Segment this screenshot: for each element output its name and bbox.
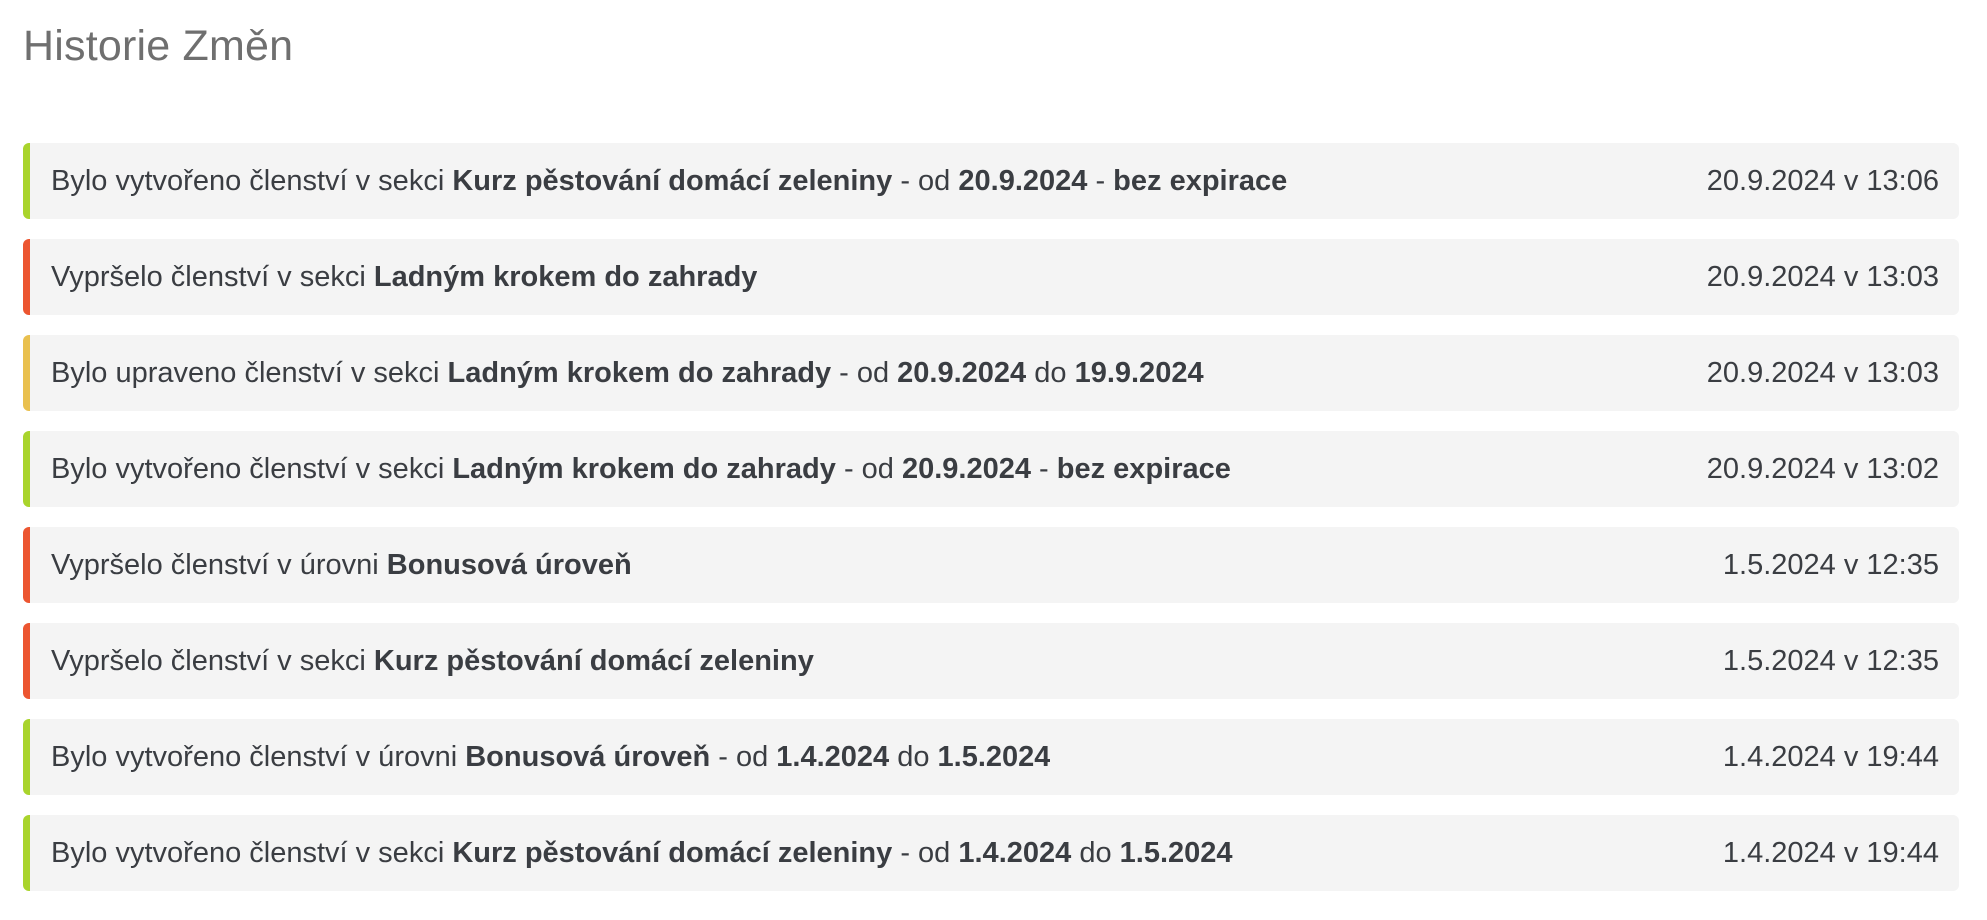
- history-item-fragment: Vypršelo členství v sekci: [51, 644, 374, 677]
- history-item-highlight: 20.9.2024: [958, 164, 1088, 197]
- history-item-fragment: -: [1087, 164, 1114, 197]
- history-item: Bylo vytvořeno členství v úrovni Bonusov…: [23, 719, 1959, 795]
- history-item-fragment: Bylo vytvořeno členství v sekci: [51, 164, 453, 197]
- history-item-fragment: do: [1026, 356, 1075, 389]
- history-item-fragment: Bylo vytvořeno členství v úrovni: [51, 740, 466, 773]
- history-item-date: 1.5.2024 v 12:35: [1722, 644, 1939, 677]
- history-item-highlight: 19.9.2024: [1074, 356, 1204, 389]
- history-item-date: 1.4.2024 v 19:44: [1722, 836, 1939, 869]
- history-item-fragment: - od: [831, 356, 898, 389]
- history-item: Vypršelo členství v úrovni Bonusová úrov…: [23, 527, 1959, 603]
- history-item-fragment: Bylo upraveno členství v sekci: [51, 356, 448, 389]
- history-item-date: 20.9.2024 v 13:02: [1706, 452, 1939, 485]
- history-item-fragment: Bylo vytvořeno členství v sekci: [51, 836, 453, 869]
- history-item-highlight: bez expirace: [1113, 164, 1288, 197]
- history-item-fragment: - od: [835, 452, 902, 485]
- history-item-text: Vypršelo členství v sekci Kurz pěstování…: [51, 645, 814, 678]
- history-item-fragment: - od: [892, 836, 959, 869]
- history-item: Bylo vytvořeno členství v sekci Kurz pěs…: [23, 143, 1959, 219]
- history-item-highlight: Ladným krokem do zahrady: [452, 452, 836, 485]
- history-item-highlight: Kurz pěstování domácí zeleniny: [452, 164, 893, 197]
- history-item-highlight: 1.5.2024: [1119, 836, 1233, 869]
- history-item-fragment: - od: [892, 164, 959, 197]
- history-item: Bylo vytvořeno členství v sekci Kurz pěs…: [23, 815, 1959, 891]
- history-item-highlight: 1.4.2024: [958, 836, 1072, 869]
- history-item-date: 1.5.2024 v 12:35: [1722, 548, 1939, 581]
- page-title: Historie Změn: [23, 22, 294, 70]
- history-item-highlight: Ladným krokem do zahrady: [447, 356, 832, 389]
- history-item-highlight: 20.9.2024: [897, 356, 1027, 389]
- history-item-date: 20.9.2024 v 13:03: [1706, 356, 1939, 389]
- history-item-text: Bylo upraveno členství v sekci Ladným kr…: [51, 357, 1204, 390]
- history-item-highlight: 20.9.2024: [901, 452, 1031, 485]
- history-item-text: Vypršelo členství v úrovni Bonusová úrov…: [51, 549, 632, 582]
- history-item-highlight: Ladným krokem do zahrady: [373, 260, 758, 293]
- history-item: Bylo upraveno členství v sekci Ladným kr…: [23, 335, 1959, 411]
- history-item-date: 1.4.2024 v 19:44: [1722, 740, 1939, 773]
- history-item-text: Vypršelo členství v sekci Ladným krokem …: [51, 261, 757, 294]
- history-item-highlight: Bonusová úroveň: [465, 740, 711, 773]
- history-item-fragment: Vypršelo členství v úrovni: [51, 548, 387, 581]
- history-item-date: 20.9.2024 v 13:06: [1706, 164, 1939, 197]
- history-item-highlight: Kurz pěstování domácí zeleniny: [373, 644, 814, 677]
- history-item-highlight: Kurz pěstování domácí zeleniny: [452, 836, 893, 869]
- history-item-highlight: Bonusová úroveň: [386, 548, 632, 581]
- history-item-fragment: Vypršelo členství v sekci: [51, 260, 374, 293]
- history-item-text: Bylo vytvořeno členství v úrovni Bonusov…: [51, 741, 1050, 774]
- history-item-fragment: do: [1071, 836, 1120, 869]
- history-item: Bylo vytvořeno členství v sekci Ladným k…: [23, 431, 1959, 507]
- history-item-text: Bylo vytvořeno členství v sekci Ladným k…: [51, 453, 1231, 486]
- history-item-fragment: Bylo vytvořeno členství v sekci: [51, 452, 453, 485]
- history-item-fragment: - od: [710, 740, 777, 773]
- history-item-highlight: 1.4.2024: [776, 740, 890, 773]
- history-item-text: Bylo vytvořeno členství v sekci Kurz pěs…: [51, 837, 1233, 870]
- history-list: Bylo vytvořeno členství v sekci Kurz pěs…: [23, 143, 1959, 891]
- history-item-fragment: do: [889, 740, 938, 773]
- history-item-highlight: 1.5.2024: [937, 740, 1051, 773]
- history-item: Vypršelo členství v sekci Ladným krokem …: [23, 239, 1959, 315]
- history-item-highlight: bez expirace: [1056, 452, 1231, 485]
- history-item: Vypršelo členství v sekci Kurz pěstování…: [23, 623, 1959, 699]
- history-item-date: 20.9.2024 v 13:03: [1706, 260, 1939, 293]
- history-item-fragment: -: [1031, 452, 1057, 485]
- history-item-text: Bylo vytvořeno členství v sekci Kurz pěs…: [51, 165, 1287, 198]
- history-panel: Historie Změn Bylo vytvořeno členství v …: [23, 0, 1959, 911]
